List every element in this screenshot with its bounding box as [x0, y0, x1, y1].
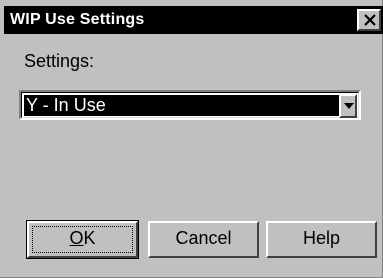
dropdown-selected-value[interactable]: Y - In Use — [24, 95, 342, 116]
close-icon — [364, 14, 376, 26]
dropdown-frame: Y - In Use — [21, 92, 359, 118]
cancel-label: Cancel — [175, 228, 232, 248]
help-button[interactable]: Help — [266, 221, 377, 258]
focus-ring — [32, 226, 133, 253]
cancel-button[interactable]: Cancel — [148, 221, 259, 258]
close-button[interactable] — [357, 9, 381, 31]
dropdown-arrow-button[interactable] — [339, 94, 357, 118]
ok-button[interactable]: OK — [26, 220, 139, 259]
dialog-window: WIP Use Settings Settings: Y - In Use OK… — [0, 0, 383, 278]
chevron-down-icon — [344, 103, 354, 109]
window-title: WIP Use Settings — [10, 11, 145, 28]
help-label: Help — [302, 228, 341, 248]
settings-dropdown[interactable]: Y - In Use — [19, 90, 361, 120]
settings-label: Settings: — [24, 51, 95, 71]
title-bar[interactable]: WIP Use Settings — [4, 6, 383, 34]
